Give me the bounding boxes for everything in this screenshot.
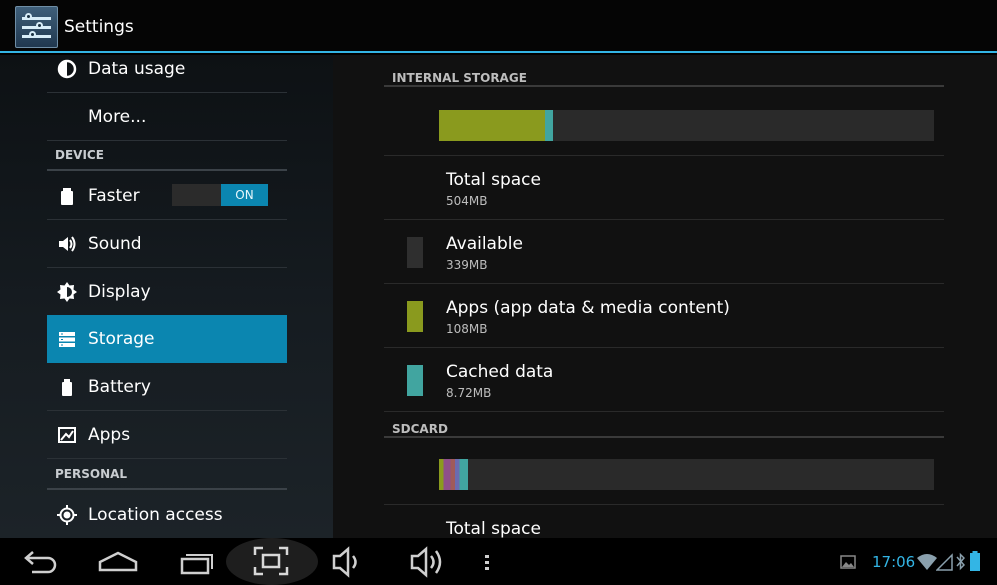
menu-item-faster[interactable]: Faster ON [47,172,287,220]
back-icon[interactable] [20,538,60,585]
menu-item-location-access[interactable]: Location access [47,491,287,538]
toggle-on-label: ON [221,184,268,206]
faster-toggle[interactable]: ON [172,184,268,206]
stat-apps[interactable]: Apps (app data & media content) 108MB [384,284,944,348]
bluetooth-icon [956,552,965,571]
recent-apps-icon[interactable] [176,538,216,585]
overflow-menu-icon[interactable] [480,538,494,585]
menu-item-sound[interactable]: Sound [47,220,287,268]
section-header-label: SDCARD [392,422,448,436]
action-bar: Settings [0,0,997,53]
stat-sdcard-total-space[interactable]: Total space [384,505,944,538]
data-usage-icon [57,59,77,79]
settings-sliders-icon[interactable] [15,6,58,48]
screenshot-icon [253,546,289,576]
menu-item-label: Data usage [88,59,186,79]
screenshot-button[interactable] [226,538,318,585]
stat-available[interactable]: Available 339MB [384,220,944,284]
storage-detail-panel: INTERNAL STORAGE Total space 504MB Avail… [333,55,997,538]
menu-item-more[interactable]: More... [47,93,287,141]
menu-item-label: Apps [88,425,131,445]
menu-item-label: Sound [88,234,142,254]
stat-cached-data[interactable]: Cached data 8.72MB [384,348,944,412]
stat-total-space[interactable]: Total space 504MB [384,156,944,220]
stat-name: Apps (app data & media content) [446,298,730,318]
menu-item-display[interactable]: Display [47,268,287,316]
stat-name: Total space [446,519,541,538]
menu-item-battery[interactable]: Battery [47,363,287,411]
volume-up-icon[interactable] [408,538,448,585]
available-swatch [407,237,423,268]
brightness-icon [57,282,77,302]
status-time: 17:06 [872,553,916,571]
stat-value: 504MB [446,194,488,208]
apps-usage-segment [439,110,545,141]
stat-name: Available [446,234,523,254]
menu-item-label: Storage [88,329,155,349]
menu-item-label: Display [88,282,151,302]
system-nav-bar: 17:06 [0,538,997,585]
stat-name: Cached data [446,362,554,382]
stat-value: 339MB [446,258,488,272]
cached-usage-segment [545,110,553,141]
page-title: Settings [64,17,134,37]
sdcard-usage-bar [439,459,934,490]
gallery-icon [840,555,856,569]
signal-icon [936,553,953,571]
menu-item-label: Battery [88,377,151,397]
cached-swatch [407,365,423,396]
internal-storage-header: INTERNAL STORAGE [384,57,944,87]
stat-name: Total space [446,170,541,190]
internal-storage-bar-row [384,92,944,156]
apps-swatch [407,301,423,332]
storage-icon [59,332,75,347]
battery-saver-icon [61,188,73,205]
menu-item-apps[interactable]: Apps [47,411,287,459]
section-header-label: PERSONAL [55,467,128,481]
sdcard-header: SDCARD [384,408,944,438]
section-header-personal: PERSONAL [47,460,287,490]
internal-usage-bar [439,110,934,141]
menu-item-storage[interactable]: Storage [47,315,287,363]
menu-item-label: More... [88,107,147,127]
stat-value: 8.72MB [446,386,492,400]
apps-icon [58,427,76,443]
menu-item-label: Faster [88,186,140,206]
settings-menu: Data usage More... DEVICE Faster ON Soun… [0,55,333,538]
volume-down-icon[interactable] [330,538,366,585]
menu-item-label: Location access [88,505,223,525]
wifi-icon [917,554,937,570]
battery-icon [62,379,72,396]
section-header-label: DEVICE [55,148,104,162]
battery-status-icon [970,551,980,571]
sdcard-bar-row [384,441,944,505]
sdcard-used-segment [439,459,468,490]
section-header-device: DEVICE [47,141,287,171]
home-icon[interactable] [96,538,140,585]
speaker-icon [59,236,76,252]
stat-value: 108MB [446,322,488,336]
location-icon [57,505,77,525]
section-header-label: INTERNAL STORAGE [392,71,527,85]
menu-item-data-usage[interactable]: Data usage [47,55,287,93]
